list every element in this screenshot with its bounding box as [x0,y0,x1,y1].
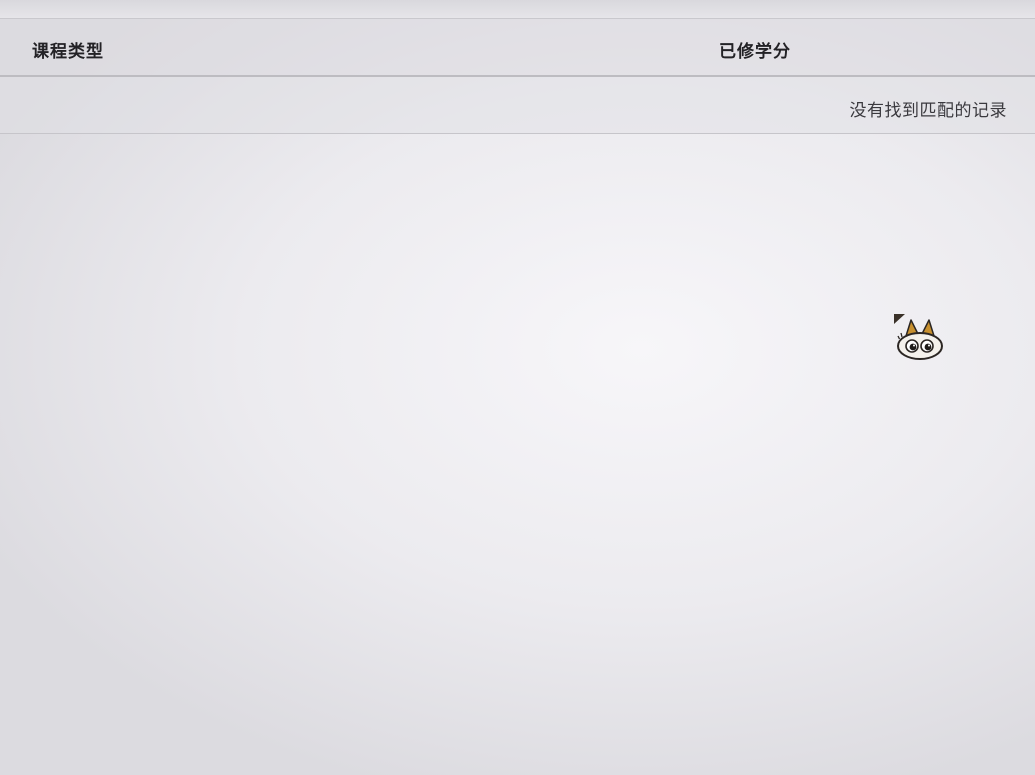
window-top-edge [0,0,1035,18]
credits-table: 课程类型 已修学分 没有找到匹配的记录 [0,18,1035,134]
table-empty-row: 没有找到匹配的记录 [0,77,1035,134]
cat-mascot-icon[interactable] [892,312,946,362]
table-header-row: 课程类型 已修学分 [0,18,1035,77]
no-records-message: 没有找到匹配的记录 [849,101,1007,121]
column-header-course-type[interactable]: 课程类型 [32,37,104,62]
column-header-earned-credits[interactable]: 已修学分 [719,37,791,62]
